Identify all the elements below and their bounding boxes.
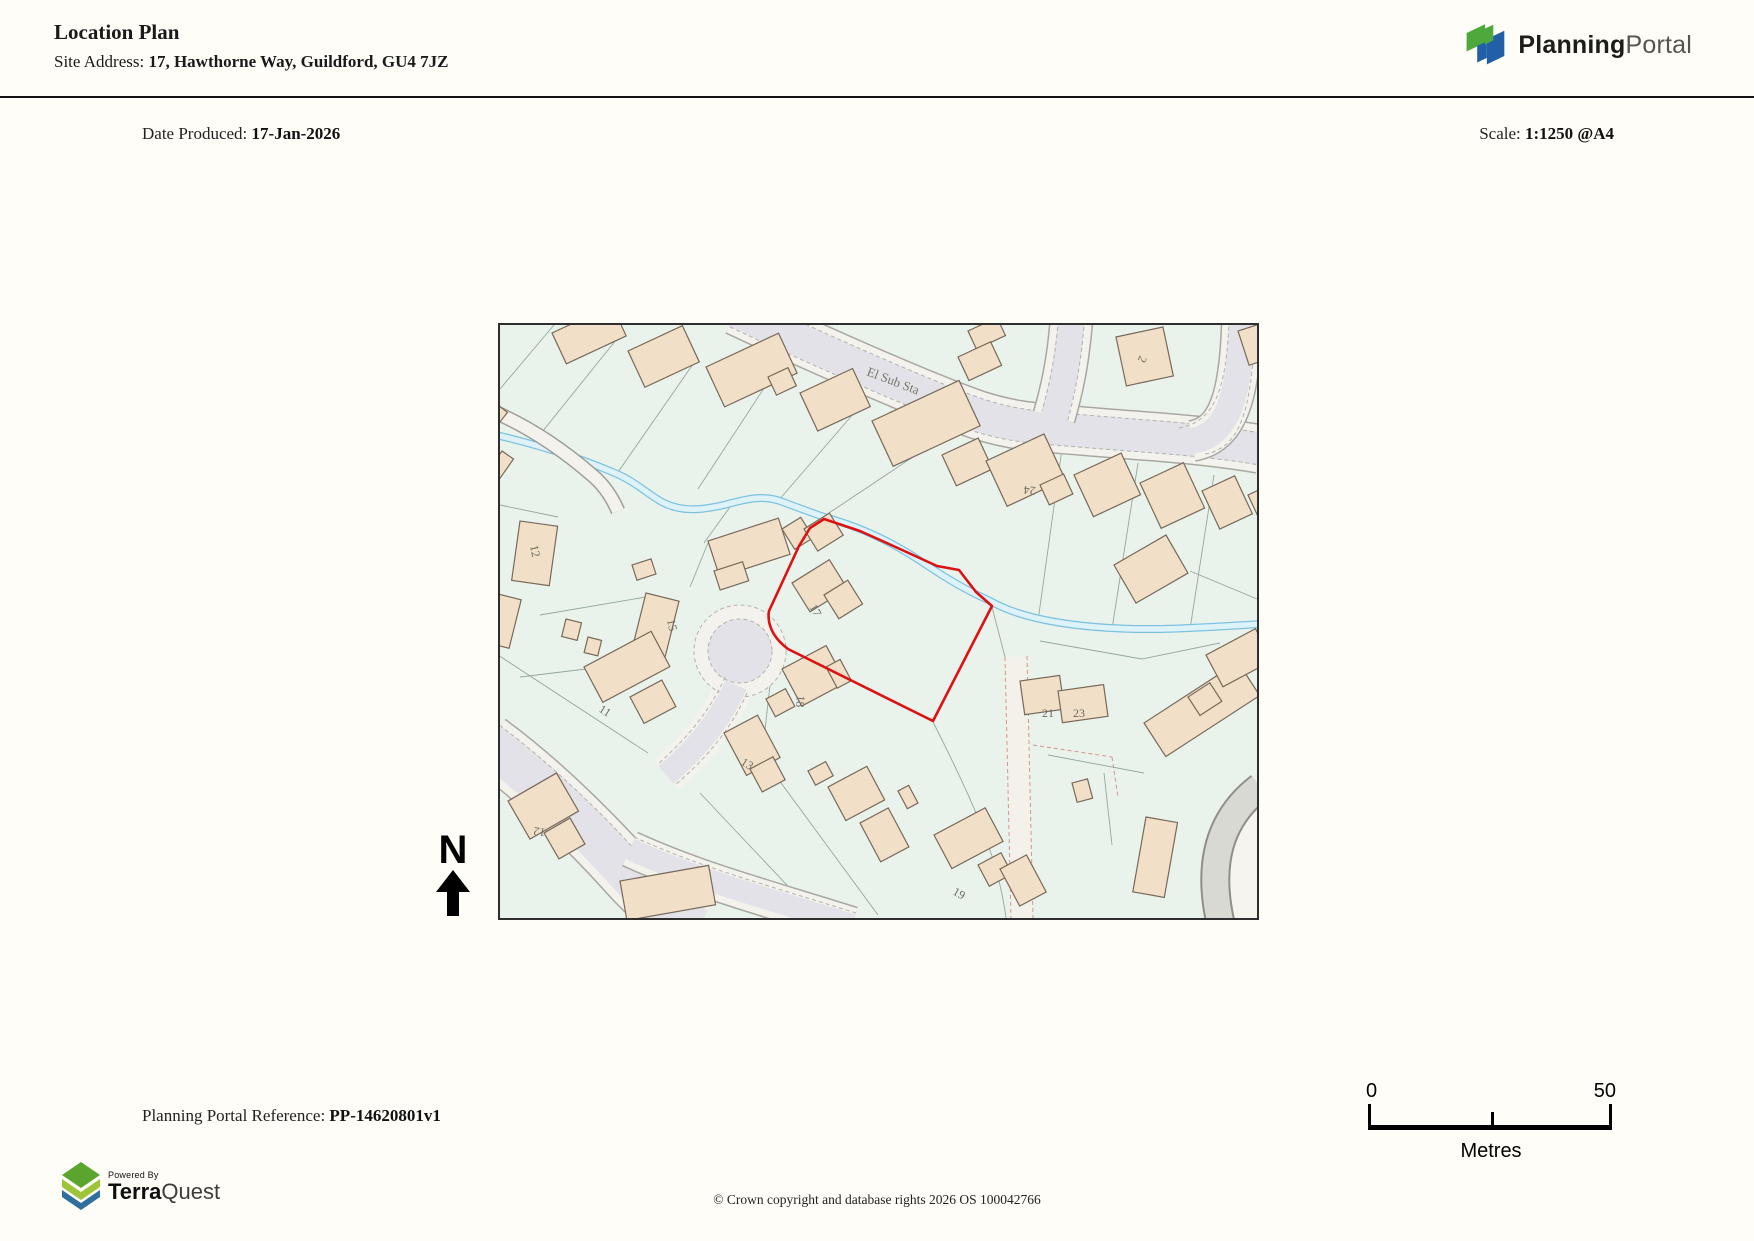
site-address-label: Site Address:	[54, 52, 149, 71]
reference-label: Planning Portal Reference:	[142, 1106, 330, 1125]
scale-end: 50	[1593, 1080, 1616, 1102]
label-house-21: 21	[1042, 706, 1054, 720]
scale-text: Scale: 1:1250 @A4	[1479, 124, 1614, 144]
site-address: Site Address: 17, Hawthorne Way, Guildfo…	[54, 52, 449, 72]
north-arrow-icon	[436, 870, 470, 916]
brand-light: Portal	[1625, 30, 1692, 59]
scale-unit: Metres	[1460, 1140, 1522, 1162]
date-produced: Date Produced: 17-Jan-2026	[142, 124, 340, 144]
map-canvas: El Sub Sta 2 24 12 15 11 17 18 13 12 21 …	[500, 325, 1257, 918]
site-address-value: 17, Hawthorne Way, Guildford, GU4 7JZ	[148, 52, 449, 71]
label-house-24: 24	[1023, 483, 1036, 498]
north-label: N	[438, 828, 468, 872]
date-value: 17-Jan-2026	[251, 124, 341, 143]
planning-portal-icon	[1466, 24, 1505, 65]
label-house-18: 18	[793, 695, 808, 708]
scale-bar-line	[1368, 1125, 1612, 1130]
planning-reference: Planning Portal Reference: PP-14620801v1	[142, 1106, 441, 1126]
reference-value: PP-14620801v1	[329, 1106, 441, 1125]
location-plan-map: El Sub Sta 2 24 12 15 11 17 18 13 12 21 …	[498, 323, 1259, 920]
scale-value: 1:1250 @A4	[1524, 124, 1614, 143]
scale-bar-graphic	[1366, 1104, 1616, 1130]
scale-label: Scale:	[1479, 124, 1525, 143]
location-plan-page: Location Plan Site Address: 17, Hawthorn…	[0, 0, 1754, 1241]
planning-portal-logo: PlanningPortal	[1462, 22, 1692, 68]
scale-bar: 0 50 Metres	[1366, 1080, 1616, 1163]
page-title: Location Plan	[54, 20, 180, 44]
scale-bar-labels: 0 50	[1366, 1080, 1616, 1104]
scale-start: 0	[1366, 1080, 1378, 1102]
header-divider	[0, 96, 1754, 98]
date-label: Date Produced:	[142, 124, 252, 143]
copyright-notice: © Crown copyright and database rights 20…	[713, 1192, 1041, 1207]
label-house-12-lower: 12	[532, 824, 546, 840]
label-house-23: 23	[1073, 706, 1085, 720]
planning-portal-wordmark: PlanningPortal	[1518, 31, 1692, 60]
brand-bold: Planning	[1518, 30, 1626, 59]
north-arrow: N	[430, 830, 476, 921]
